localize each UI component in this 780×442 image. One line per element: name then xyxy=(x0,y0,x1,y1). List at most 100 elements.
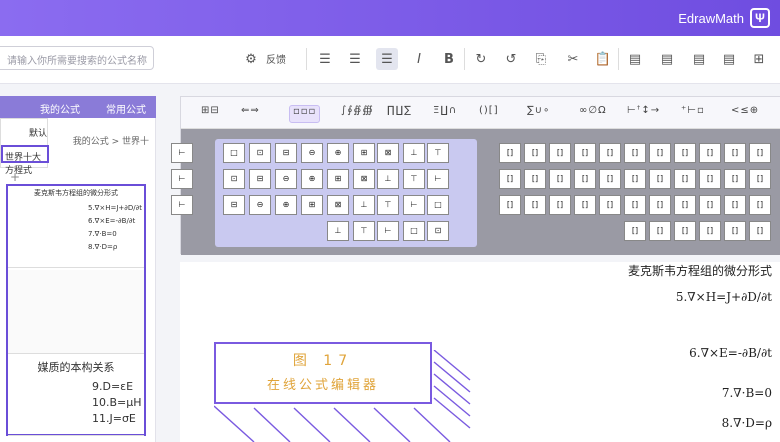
symbol-cell[interactable]: [] xyxy=(624,143,646,163)
group-op[interactable]: ⊢ꜛ↕→ xyxy=(627,105,660,123)
insert-icon[interactable]: ▤ xyxy=(718,48,740,70)
symbol-cell[interactable]: ⊤ xyxy=(377,195,399,215)
symbol-cell[interactable]: [] xyxy=(724,143,746,163)
symbol-cell[interactable]: [] xyxy=(624,169,646,189)
symbol-cell[interactable]: [] xyxy=(624,195,646,215)
cut-icon[interactable]: ✂ xyxy=(562,48,584,70)
paste-icon[interactable]: 📋 xyxy=(592,48,614,70)
symbol-cell[interactable]: ⊖ xyxy=(275,169,297,189)
insert-icon[interactable]: ▤ xyxy=(656,48,678,70)
symbol-cell[interactable]: [] xyxy=(699,143,721,163)
symbol-cell[interactable]: [] xyxy=(499,195,521,215)
symbol-cell[interactable]: [] xyxy=(724,221,746,241)
symbol-cell[interactable]: [] xyxy=(749,143,771,163)
symbol-cell[interactable]: [] xyxy=(699,221,721,241)
symbol-cell[interactable]: [] xyxy=(524,169,546,189)
symbol-cell[interactable]: [] xyxy=(499,143,521,163)
group-arrow[interactable]: ⇐⇒ xyxy=(241,105,260,123)
symbol-cell[interactable]: ⊞ xyxy=(327,169,349,189)
tab-mine[interactable]: 我的公式 xyxy=(40,101,80,116)
symbol-cell[interactable]: [] xyxy=(674,195,696,215)
symbol-cell[interactable]: ⊥ xyxy=(403,143,425,163)
bold-icon[interactable]: B xyxy=(438,48,460,70)
symbol-cell[interactable]: ⊤ xyxy=(403,169,425,189)
symbol-cell[interactable]: ⊥ xyxy=(327,221,349,241)
symbol-cell[interactable]: [] xyxy=(599,195,621,215)
symbol-cell[interactable]: ⊠ xyxy=(327,195,349,215)
symbol-cell[interactable]: ⊡ xyxy=(223,169,245,189)
symbol-cell[interactable]: [] xyxy=(649,169,671,189)
group-bracket[interactable]: ()[] xyxy=(479,105,499,123)
dropdown-item-default[interactable]: 默认 xyxy=(1,123,49,141)
dropdown-item-world-ten[interactable]: 世界十大方程式 xyxy=(1,145,49,176)
group-sum[interactable]: ∑∪∘ xyxy=(527,105,550,123)
symbol-cell[interactable]: ⊕ xyxy=(301,169,323,189)
symbol-cell[interactable]: [] xyxy=(574,195,596,215)
symbol-cell[interactable]: ⊟ xyxy=(249,169,271,189)
symbol-cell[interactable]: [] xyxy=(649,221,671,241)
copy-icon[interactable]: ⎘ xyxy=(530,48,552,70)
group-integral[interactable]: ∫∮∯∰ xyxy=(341,105,374,123)
symbol-cell[interactable]: [] xyxy=(574,143,596,163)
search-input[interactable]: 请输入你所需要搜索的公式名称 xyxy=(0,46,154,70)
symbol-cell[interactable]: ⊢ xyxy=(377,221,399,241)
category-dropdown[interactable]: 默认 世界十大方程式 xyxy=(0,118,49,176)
group-accent[interactable]: ⁺⊢▫ xyxy=(681,105,705,123)
symbol-cell[interactable]: [] xyxy=(499,169,521,189)
symbol-cell[interactable]: [] xyxy=(724,195,746,215)
symbol-cell[interactable]: ⊢ xyxy=(427,169,449,189)
symbol-cell[interactable]: ⊖ xyxy=(249,195,271,215)
symbol-cell[interactable]: [] xyxy=(549,143,571,163)
symbol-cell[interactable]: ⊕ xyxy=(275,195,297,215)
formula-thumb[interactable]: 麦克斯韦方程组的微分形式 5.∇×H=J+∂D/∂t 6.∇×E=-∂B/∂t … xyxy=(8,186,144,268)
symbol-cell[interactable]: □ xyxy=(403,221,425,241)
symbol-cell[interactable]: [] xyxy=(749,195,771,215)
symbol-cell[interactable]: ⊟ xyxy=(223,195,245,215)
symbol-cell[interactable]: ⊡ xyxy=(427,221,449,241)
symbol-cell[interactable]: ⊢ xyxy=(171,143,193,163)
redo-icon[interactable]: ↻ xyxy=(470,48,492,70)
symbol-cell[interactable]: [] xyxy=(599,143,621,163)
symbol-cell[interactable]: ⊠ xyxy=(377,143,399,163)
symbol-cell[interactable]: [] xyxy=(699,169,721,189)
symbol-cell[interactable]: □ xyxy=(427,195,449,215)
add-icon[interactable]: + xyxy=(10,170,20,184)
group-matrix[interactable]: ⊞⊟ xyxy=(201,105,220,123)
symbol-cell[interactable]: ⊟ xyxy=(275,143,297,163)
symbol-cell[interactable]: [] xyxy=(674,221,696,241)
formula-thumb[interactable]: 媒质的本构关系 9.D=εE 10.B=μH 11.J=σE xyxy=(8,356,144,436)
settings-icon[interactable]: ⚙ xyxy=(240,48,262,70)
symbol-cell[interactable]: [] xyxy=(549,169,571,189)
group-greek[interactable]: ∞∅Ω xyxy=(579,105,607,123)
align-left-icon[interactable]: ☰ xyxy=(314,48,336,70)
align-center-icon[interactable]: ☰ xyxy=(344,48,366,70)
symbol-cell[interactable]: [] xyxy=(524,143,546,163)
symbol-cell[interactable]: ⊞ xyxy=(301,195,323,215)
symbol-cell[interactable]: ⊞ xyxy=(353,143,375,163)
symbol-cell[interactable]: □ xyxy=(223,143,245,163)
group-frame[interactable]: ▫▫▫ xyxy=(289,105,321,123)
group-product[interactable]: ∏∐∑ xyxy=(387,105,412,123)
group-set[interactable]: Ξ∐∩ xyxy=(433,105,457,123)
symbol-cell[interactable]: [] xyxy=(574,169,596,189)
symbol-cell[interactable]: ⊤ xyxy=(353,221,375,241)
symbol-cell[interactable]: ⊠ xyxy=(353,169,375,189)
add-icon[interactable]: ⊞ xyxy=(748,48,770,70)
symbol-cell[interactable]: [] xyxy=(699,195,721,215)
symbol-cell[interactable]: [] xyxy=(724,169,746,189)
tab-common[interactable]: 常用公式 xyxy=(106,101,146,116)
symbol-cell[interactable]: [] xyxy=(649,195,671,215)
formula-thumb[interactable] xyxy=(8,270,144,354)
symbol-cell[interactable]: ⊡ xyxy=(249,143,271,163)
symbol-cell[interactable]: [] xyxy=(624,221,646,241)
insert-icon[interactable]: ▤ xyxy=(688,48,710,70)
symbol-cell[interactable]: [] xyxy=(674,169,696,189)
align-justify-icon[interactable]: ☰ xyxy=(376,48,398,70)
feedback-link[interactable]: 反馈 xyxy=(266,51,286,66)
insert-icon[interactable]: ▤ xyxy=(624,48,646,70)
symbol-cell[interactable]: [] xyxy=(549,195,571,215)
italic-icon[interactable]: I xyxy=(408,48,430,70)
symbol-cell[interactable]: ⊢ xyxy=(171,169,193,189)
symbol-cell[interactable]: ⊕ xyxy=(327,143,349,163)
symbol-cell[interactable]: [] xyxy=(674,143,696,163)
